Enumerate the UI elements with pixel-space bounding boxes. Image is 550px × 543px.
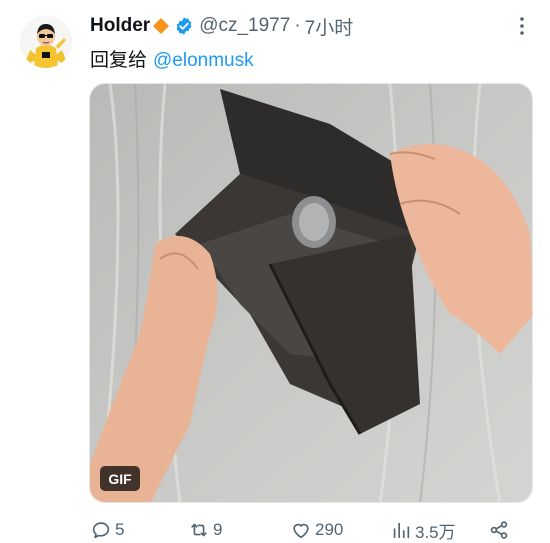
tweet-media-gif[interactable]: GIF bbox=[89, 83, 533, 503]
share-icon bbox=[490, 521, 508, 539]
empty-wallet-image bbox=[90, 84, 532, 502]
like-button[interactable]: 290 bbox=[290, 517, 343, 543]
reply-count: 5 bbox=[115, 520, 125, 539]
reply-prefix: 回复给 bbox=[90, 50, 148, 71]
more-options-icon[interactable] bbox=[510, 14, 534, 38]
retweet-icon bbox=[191, 523, 207, 537]
like-count: 290 bbox=[315, 520, 344, 539]
tweet: Holder @cz_1977 · 7小时 回复给 @elonmusk GIF … bbox=[0, 0, 550, 543]
orange-diamond-icon bbox=[152, 17, 170, 35]
reply-button[interactable]: 5 bbox=[90, 517, 124, 543]
retweet-count: 9 bbox=[213, 520, 223, 539]
action-bar: 5 9 290 3.5万 bbox=[90, 517, 520, 543]
author-name[interactable]: Holder bbox=[90, 15, 150, 37]
mention-link[interactable]: @elonmusk bbox=[153, 50, 254, 71]
author-handle[interactable]: @cz_1977 bbox=[199, 15, 290, 37]
heart-icon bbox=[293, 523, 309, 539]
reply-icon bbox=[92, 522, 110, 539]
timestamp[interactable]: 7小时 bbox=[305, 13, 354, 40]
share-button[interactable] bbox=[488, 517, 510, 543]
gif-badge: GIF bbox=[100, 466, 140, 491]
views-chart-icon bbox=[393, 522, 410, 539]
separator-dot: · bbox=[294, 15, 301, 36]
tweet-header: Holder @cz_1977 · 7小时 bbox=[90, 13, 353, 39]
verified-badge-icon bbox=[174, 16, 194, 36]
retweet-button[interactable]: 9 bbox=[188, 517, 222, 543]
avatar[interactable] bbox=[20, 16, 72, 68]
views-count: 3.5万 bbox=[415, 522, 456, 542]
views-button[interactable]: 3.5万 bbox=[390, 517, 456, 543]
reply-to-line: 回复给 @elonmusk bbox=[90, 45, 254, 72]
